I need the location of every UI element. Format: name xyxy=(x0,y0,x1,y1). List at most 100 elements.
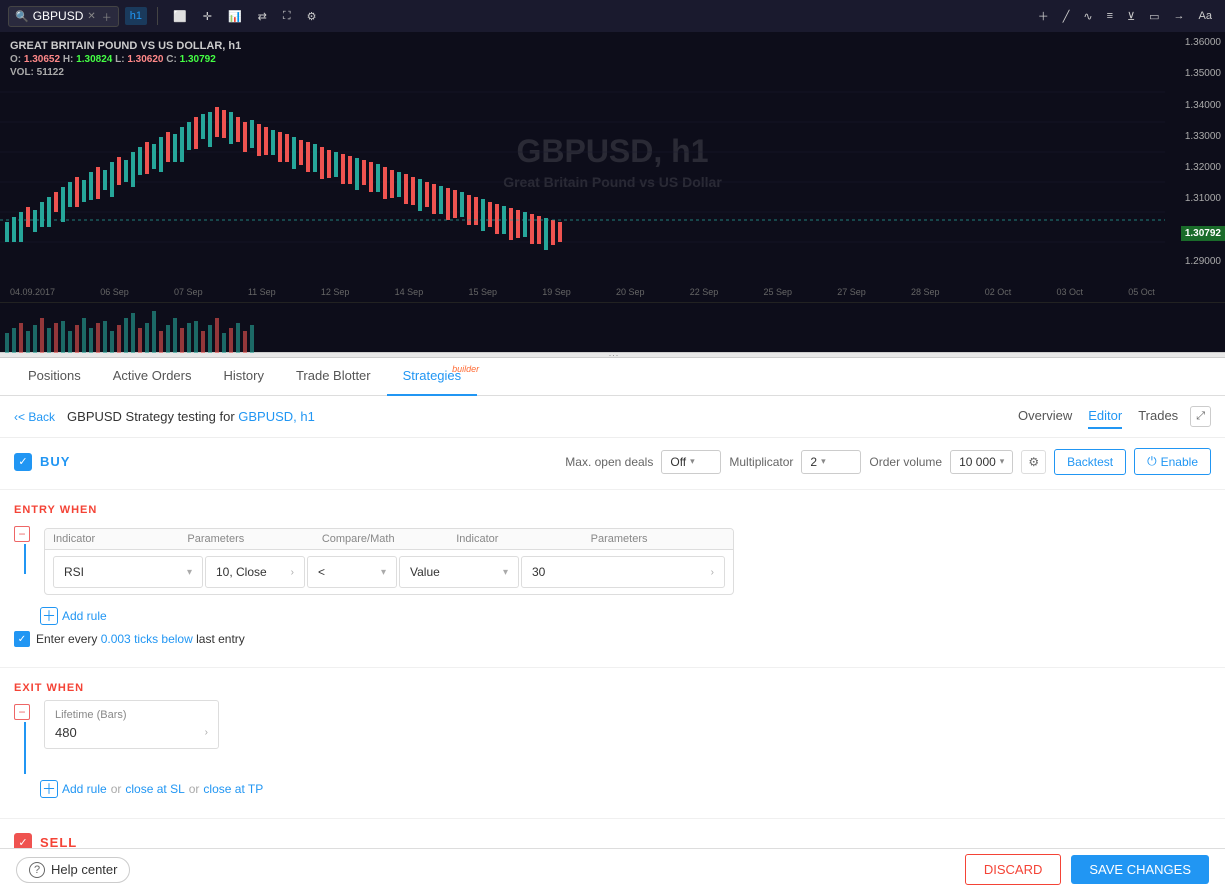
close-at-sl-link[interactable]: close at SL xyxy=(125,782,184,796)
or-separator-2: or xyxy=(189,782,200,796)
max-open-deals-label: Max. open deals xyxy=(565,455,653,469)
editor-header: ‹ < Back GBPUSD Strategy testing for GBP… xyxy=(0,396,1225,438)
tab-positions[interactable]: Positions xyxy=(12,358,97,396)
enter-every-value[interactable]: 0.003 ticks below xyxy=(101,632,193,646)
help-center-button[interactable]: ? Help center xyxy=(16,857,130,883)
text-tool-btn[interactable]: Aa xyxy=(1194,7,1217,25)
divider-1 xyxy=(157,7,158,25)
tab-strategies[interactable]: Strategies builder xyxy=(387,358,478,396)
tab-history[interactable]: History xyxy=(208,358,280,396)
lifetime-value: 480 xyxy=(55,725,77,740)
buy-entry-label: ENTRY WHEN xyxy=(14,504,1211,516)
search-value: GBPUSD xyxy=(33,9,84,23)
exit-add-rule-button[interactable]: ＋ Add rule xyxy=(40,780,107,798)
search-box[interactable]: 🔍 GBPUSD ✕ ＋ xyxy=(8,6,119,27)
or-separator-1: or xyxy=(111,782,122,796)
compare-btn[interactable]: ⇄ xyxy=(253,7,272,26)
exit-section: EXIT WHEN − Lifetime (Bars) 480 › ＋ Add … xyxy=(0,672,1225,814)
tabs-bar: Positions Active Orders History Trade Bl… xyxy=(0,358,1225,396)
order-volume-arrow: ▾ xyxy=(1000,456,1005,467)
volume-svg xyxy=(0,303,1165,353)
chart-area: GREAT BRITAIN POUND VS US DOLLAR, h1 O: … xyxy=(0,32,1225,302)
max-deals-arrow: ▾ xyxy=(690,456,695,467)
buy-controls: Max. open deals Off ▾ Multiplicator 2 ▾ … xyxy=(565,448,1211,475)
buy-rule-remove-btn[interactable]: − xyxy=(14,526,30,542)
buy-label: BUY xyxy=(40,454,70,469)
buy-indicator2-select[interactable]: Value ▾ xyxy=(399,556,519,588)
strategy-editor: ‹ < Back GBPUSD Strategy testing for GBP… xyxy=(0,396,1225,848)
horizontal-tool-btn[interactable]: ≡ xyxy=(1102,7,1118,25)
search-icon: 🔍 xyxy=(15,10,29,23)
right-toolbar: ＋ ╱ ∿ ≡ ⊻ ▭ → Aa xyxy=(1033,5,1217,27)
buy-indicator-select[interactable]: RSI ▾ xyxy=(53,556,203,588)
multiplicator-select[interactable]: 2 ▾ xyxy=(801,450,861,474)
tab-editor[interactable]: Editor xyxy=(1088,404,1122,429)
date-scale: 04.09.201706 Sep07 Sep11 Sep 12 Sep14 Se… xyxy=(0,287,1165,297)
crosshair-btn[interactable]: ✛ xyxy=(198,7,217,26)
buy-indicator-table: Indicator Parameters Compare/Math Indica… xyxy=(44,528,734,595)
exit-add-rule-row: ＋ Add rule or close at SL or close at TP xyxy=(40,780,1211,798)
buy-table-header: Indicator Parameters Compare/Math Indica… xyxy=(45,529,733,550)
sell-section: ✓ SELL xyxy=(0,823,1225,848)
buy-rule-row: RSI ▾ 10, Close › < ▾ Value ▾ xyxy=(45,550,733,594)
buy-add-rule-icon: ＋ xyxy=(40,607,58,625)
line-tool-btn[interactable]: ╱ xyxy=(1058,7,1075,26)
enter-every-text: Enter every 0.003 ticks below last entry xyxy=(36,632,245,646)
chart-svg xyxy=(0,62,1165,272)
multiplicator-label: Multiplicator xyxy=(729,455,793,469)
settings-gear-btn[interactable]: ⚙ xyxy=(302,7,322,26)
new-tab-btn[interactable]: ⬜ xyxy=(168,7,192,26)
lifetime-value-row: 480 › xyxy=(55,725,208,740)
chart-type-btn[interactable]: 📊 xyxy=(223,7,247,26)
rectangle-tool-btn[interactable]: ▭ xyxy=(1144,7,1164,26)
settings-btn[interactable]: ⚙ xyxy=(1021,450,1046,474)
exit-rule-remove-btn[interactable]: − xyxy=(14,704,30,720)
indicator2-arrow: ▾ xyxy=(503,567,508,578)
back-button[interactable]: ‹ < Back xyxy=(14,410,55,424)
arrow-tool-btn[interactable]: → xyxy=(1169,7,1190,25)
enable-button[interactable]: ⏻ Enable xyxy=(1134,448,1211,475)
tab-trades[interactable]: Trades xyxy=(1138,404,1178,429)
buy-compare-select[interactable]: < ▾ xyxy=(307,556,397,588)
buy-section: ✓ BUY Max. open deals Off ▾ Multiplicato… xyxy=(0,438,1225,485)
power-icon: ⏻ xyxy=(1147,454,1157,469)
max-deals-select[interactable]: Off ▾ xyxy=(661,450,721,474)
backtest-button[interactable]: Backtest xyxy=(1054,449,1126,475)
strategy-title: GBPUSD Strategy testing for GBPUSD, h1 xyxy=(67,409,1018,424)
exit-add-rule-icon: ＋ xyxy=(40,780,58,798)
close-icon[interactable]: ✕ xyxy=(87,11,95,22)
strategies-badge: builder xyxy=(452,364,479,374)
current-price-badge: 1.30792 xyxy=(1181,226,1225,241)
tab-active-orders[interactable]: Active Orders xyxy=(97,358,208,396)
sell-label: SELL xyxy=(40,835,77,849)
indicator-arrow: ▾ xyxy=(187,567,192,578)
order-volume-select[interactable]: 10 000 ▾ xyxy=(950,450,1013,474)
bottom-bar: ? Help center DISCARD SAVE CHANGES xyxy=(0,848,1225,890)
buy-params-select[interactable]: 10, Close › xyxy=(205,556,305,588)
tab-trade-blotter[interactable]: Trade Blotter xyxy=(280,358,387,396)
enter-every-checkbox[interactable]: ✓ xyxy=(14,631,30,647)
timeframe-btn[interactable]: h1 xyxy=(125,7,147,25)
add-icon[interactable]: ＋ xyxy=(102,9,112,24)
lifetime-expand-icon[interactable]: › xyxy=(205,727,208,738)
discard-button[interactable]: DISCARD xyxy=(965,854,1062,885)
wave-tool-btn[interactable]: ⊻ xyxy=(1122,7,1140,26)
expand-button[interactable]: ⤢ xyxy=(1190,406,1211,427)
col-header-params2: Parameters xyxy=(591,533,725,545)
top-toolbar: 🔍 GBPUSD ✕ ＋ h1 ⬜ ✛ 📊 ⇄ ⛶ ⚙ ＋ ╱ ∿ ≡ ⊻ ▭ … xyxy=(0,0,1225,32)
help-icon: ? xyxy=(29,862,45,878)
multiplicator-arrow: ▾ xyxy=(821,456,826,467)
polyline-tool-btn[interactable]: ∿ xyxy=(1078,7,1097,26)
close-at-tp-link[interactable]: close at TP xyxy=(203,782,263,796)
save-changes-button[interactable]: SAVE CHANGES xyxy=(1071,855,1209,884)
tab-overview[interactable]: Overview xyxy=(1018,404,1072,429)
buy-checkbox[interactable]: ✓ xyxy=(14,453,32,471)
sell-checkbox[interactable]: ✓ xyxy=(14,833,32,848)
enter-every-row: ✓ Enter every 0.003 ticks below last ent… xyxy=(14,631,1211,647)
buy-add-rule-button[interactable]: ＋ Add rule xyxy=(40,607,107,625)
fullscreen-btn[interactable]: ⛶ xyxy=(278,7,296,26)
col-header-params1: Parameters xyxy=(187,533,321,545)
buy-params2-select[interactable]: 30 › xyxy=(521,556,725,588)
col-header-indicator2: Indicator xyxy=(456,533,590,545)
plus-tool-btn[interactable]: ＋ xyxy=(1033,5,1054,27)
